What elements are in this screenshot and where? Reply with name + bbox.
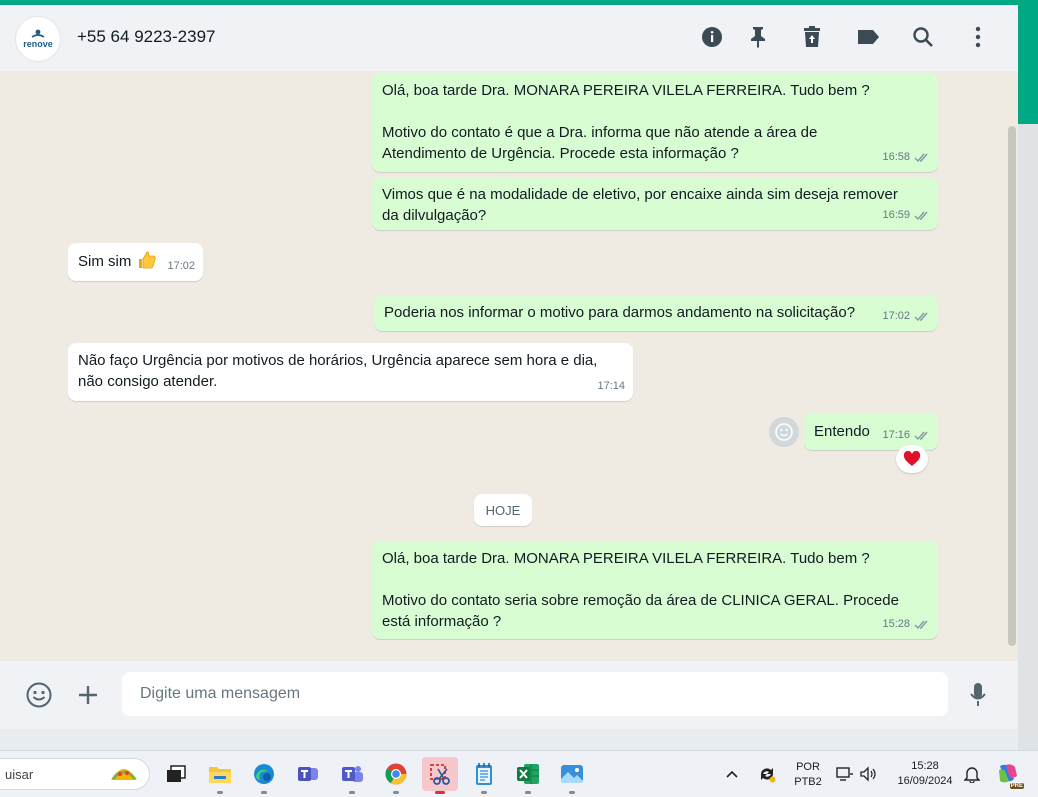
- language-indicator[interactable]: POR PTB2: [788, 760, 828, 790]
- message-meta: 17:02: [167, 256, 195, 277]
- clock-time: 15:28: [911, 760, 939, 772]
- message-meta: 17:14: [597, 376, 625, 397]
- network-icon[interactable]: [832, 757, 856, 791]
- chrome-icon[interactable]: [378, 757, 414, 794]
- chat-scrollbar[interactable]: [1008, 126, 1016, 646]
- running-indicator: [481, 791, 487, 794]
- react-emoji-icon[interactable]: [769, 417, 799, 447]
- double-check-icon: [914, 620, 928, 630]
- double-check-icon: [914, 431, 928, 441]
- conversation-panel[interactable]: Olá, boa tarde Dra. MONARA PEREIRA VILEL…: [0, 71, 1018, 661]
- teams-classic-icon[interactable]: [290, 757, 326, 791]
- delete-icon[interactable]: [798, 23, 826, 51]
- message-input[interactable]: [122, 672, 948, 716]
- message-meta: 17:16: [882, 425, 930, 446]
- attach-plus-icon[interactable]: [72, 679, 104, 711]
- background-panel: [1018, 124, 1038, 750]
- sync-icon[interactable]: [752, 757, 782, 791]
- notepad-icon[interactable]: [466, 757, 502, 794]
- message-text: Sim sim: [78, 253, 132, 270]
- running-indicator: [349, 791, 355, 794]
- heart-reaction-icon[interactable]: [896, 445, 928, 473]
- notification-bell-icon[interactable]: [960, 757, 984, 791]
- message-time: 17:16: [882, 429, 910, 441]
- task-view-icon[interactable]: [158, 757, 194, 791]
- contact-avatar[interactable]: renove: [15, 16, 61, 62]
- photos-icon[interactable]: [554, 757, 590, 794]
- copilot-icon[interactable]: PRE: [992, 757, 1024, 791]
- keyboard-layout: PTB2: [794, 776, 822, 788]
- running-indicator: [217, 791, 223, 794]
- renove-logo-icon: [31, 29, 45, 38]
- message-composer: [0, 661, 1018, 729]
- running-indicator: [569, 791, 575, 794]
- message-bubble-out[interactable]: Olá, boa tarde Dra. MONARA PEREIRA VILEL…: [372, 73, 938, 172]
- message-time: 17:02: [882, 310, 910, 322]
- chat-header: renove +55 64 9223-2397: [0, 5, 1018, 71]
- search-highlight-icon: [111, 769, 137, 780]
- message-meta: 16:59: [882, 205, 930, 226]
- copilot-badge: PRE: [1009, 783, 1024, 789]
- taskbar-search-box[interactable]: uisar: [0, 758, 150, 790]
- windows-taskbar: uisar POR PTB2 15:28 16/09/2024 PRE: [0, 750, 1038, 797]
- contact-name[interactable]: +55 64 9223-2397: [77, 27, 216, 47]
- running-indicator: [525, 791, 531, 794]
- message-time: 16:58: [882, 151, 910, 163]
- message-text: Olá, boa tarde Dra. MONARA PEREIRA VILEL…: [382, 550, 899, 630]
- message-bubble-out[interactable]: Entendo 17:16: [804, 413, 938, 450]
- double-check-icon: [914, 312, 928, 322]
- message-bubble-out[interactable]: Vimos que é na modalidade de eletivo, po…: [372, 177, 938, 230]
- message-time: 16:59: [882, 209, 910, 221]
- message-time: 17:02: [167, 260, 195, 272]
- menu-icon[interactable]: [964, 23, 992, 51]
- running-indicator: [393, 791, 399, 794]
- avatar-logo-text: renove: [23, 39, 53, 49]
- volume-icon[interactable]: [856, 757, 880, 791]
- language-code: POR: [796, 761, 820, 773]
- emoji-icon[interactable]: [23, 679, 55, 711]
- message-time: 15:28: [882, 618, 910, 630]
- message-time: 17:14: [597, 380, 625, 392]
- clock-date: 16/09/2024: [897, 775, 953, 787]
- message-meta: 15:28: [882, 614, 930, 635]
- teams-icon[interactable]: [334, 757, 370, 794]
- message-meta: 17:02: [882, 306, 930, 327]
- taskbar-search-text: uisar: [5, 767, 34, 782]
- message-bubble-in[interactable]: Não faço Urgência por motivos de horário…: [68, 343, 633, 401]
- active-indicator: [435, 791, 445, 794]
- running-indicator: [261, 791, 267, 794]
- pin-icon[interactable]: [744, 23, 772, 51]
- double-check-icon: [914, 153, 928, 163]
- microphone-icon[interactable]: [962, 679, 994, 711]
- message-text: Vimos que é na modalidade de eletivo, po…: [382, 186, 898, 224]
- background-accent: [1018, 0, 1038, 124]
- file-explorer-icon[interactable]: [202, 757, 238, 794]
- info-icon[interactable]: [698, 23, 726, 51]
- message-meta: 16:58: [882, 147, 930, 168]
- excel-icon[interactable]: [510, 757, 546, 794]
- edge-icon[interactable]: [246, 757, 282, 794]
- snipping-tool-icon[interactable]: [422, 757, 458, 794]
- double-check-icon: [914, 211, 928, 221]
- chevron-up-icon[interactable]: [720, 757, 744, 791]
- search-icon[interactable]: [909, 23, 937, 51]
- message-bubble-out[interactable]: Poderia nos informar o motivo para darmo…: [374, 295, 938, 331]
- thumbs-up-icon: [139, 251, 156, 269]
- message-bubble-in[interactable]: Sim sim 17:02: [68, 243, 203, 281]
- message-text: Poderia nos informar o motivo para darmo…: [384, 304, 856, 321]
- message-text: Olá, boa tarde Dra. MONARA PEREIRA VILEL…: [382, 82, 870, 162]
- message-text: Não faço Urgência por motivos de horário…: [78, 352, 598, 390]
- label-icon[interactable]: [854, 23, 882, 51]
- date-divider: HOJE: [474, 494, 532, 526]
- clock[interactable]: 15:28 16/09/2024: [890, 759, 960, 789]
- message-bubble-out[interactable]: Olá, boa tarde Dra. MONARA PEREIRA VILEL…: [372, 541, 938, 639]
- window-bottom-area: [0, 729, 1018, 750]
